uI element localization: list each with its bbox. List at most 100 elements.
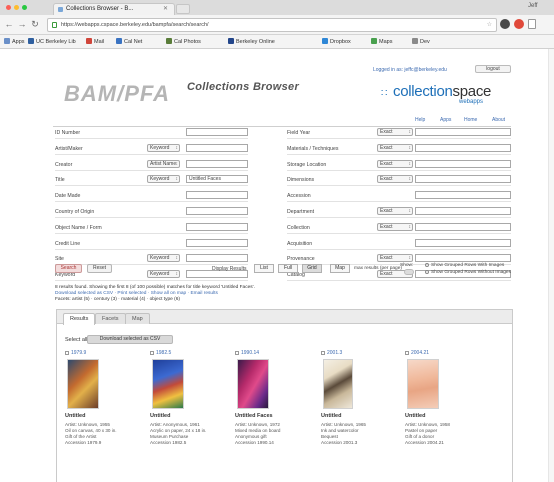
card-title[interactable]: Untitled [65, 413, 85, 419]
field-input[interactable] [415, 254, 511, 263]
bookmark-item[interactable]: UC Berkeley Lib [28, 38, 76, 45]
profile-badge[interactable]: Jeff [528, 3, 538, 9]
download-selected-button[interactable]: Download selected as CSV [87, 335, 173, 344]
bookmark-item[interactable]: Cal Photos [166, 38, 201, 45]
field-operator-select[interactable]: Keyword [147, 175, 180, 184]
forward-arrow-icon[interactable]: → [17, 19, 27, 29]
field-operator-select[interactable]: Keyword [147, 143, 180, 152]
menu-icon[interactable] [528, 19, 536, 29]
result-card[interactable]: 2001.3 Untitled Artist: Unknown, 1965 Ink a… [321, 350, 403, 470]
minimize-window-icon[interactable] [14, 5, 19, 10]
search-button[interactable]: Search [55, 264, 82, 273]
result-card[interactable]: 1990.14 Untitled Faces Artist: Unknown, 19… [235, 350, 317, 470]
bampfa-logo[interactable]: BAM/PFA [64, 81, 170, 107]
field-operator-select[interactable]: Exact [377, 175, 413, 184]
tab-results[interactable]: Results [63, 313, 96, 325]
url-text[interactable]: https://webapps.cspace.berkeley.edu/bamp… [61, 22, 209, 28]
tab-facets[interactable]: Facets [95, 313, 126, 324]
field-input[interactable] [186, 159, 248, 168]
field-operator-select[interactable]: Exact [377, 207, 413, 215]
card-id-link[interactable]: 2001.3 [327, 350, 342, 356]
new-tab-button[interactable] [176, 4, 190, 14]
browser-tab[interactable]: Collections Browser - B... ✕ [53, 3, 175, 15]
card-checkbox[interactable]: 1982.5 [150, 350, 171, 356]
bookmark-item[interactable]: Dropbox [322, 38, 351, 45]
card-checkbox[interactable]: 2001.3 [321, 350, 342, 356]
tab-map[interactable]: Map [125, 313, 150, 324]
card-checkbox[interactable]: 1979.9 [65, 350, 86, 356]
nav-link-home[interactable]: Home [464, 117, 477, 123]
field-input[interactable] [415, 159, 511, 168]
reload-icon[interactable]: ↻ [30, 19, 40, 29]
nav-link-help[interactable]: Help [415, 117, 425, 123]
field-input[interactable] [415, 191, 511, 200]
radio-with-images[interactable]: Show Grouped Rows With Images [425, 263, 504, 268]
card-id-link[interactable]: 1990.14 [241, 350, 259, 356]
nav-link-about[interactable]: About [492, 117, 505, 123]
toggle-switch[interactable] [404, 269, 414, 275]
artwork-thumbnail[interactable] [152, 359, 184, 409]
card-checkbox[interactable]: 2004.21 [405, 350, 429, 356]
radio-without-images[interactable]: Show Grouped Rows Without Images [425, 270, 511, 275]
field-input[interactable] [186, 238, 248, 247]
bookmark-item[interactable]: Dev [412, 38, 430, 45]
field-input[interactable] [186, 207, 248, 215]
address-bar[interactable]: https://webapps.cspace.berkeley.edu/bamp… [47, 18, 497, 32]
back-arrow-icon[interactable]: ← [4, 19, 14, 29]
card-id-link[interactable]: 1982.5 [156, 350, 171, 356]
card-id-link[interactable]: 2004.21 [411, 350, 429, 356]
extension-icon[interactable] [500, 19, 510, 29]
result-card[interactable]: 1982.5 Untitled Artist: Anonymous, 1961 Acr… [150, 350, 232, 470]
close-tab-icon[interactable]: ✕ [163, 5, 168, 12]
zoom-window-icon[interactable] [22, 5, 27, 10]
card-title[interactable]: Untitled Faces [235, 413, 273, 419]
segment-list[interactable]: List [254, 264, 274, 273]
artwork-thumbnail[interactable] [323, 359, 353, 409]
nav-link-apps[interactable]: Apps [440, 117, 451, 123]
field-input[interactable] [415, 207, 511, 215]
field-input[interactable] [186, 128, 248, 136]
card-title[interactable]: Untitled [150, 413, 170, 419]
artwork-thumbnail[interactable] [67, 359, 99, 409]
field-operator-select[interactable]: Keyword [147, 270, 180, 279]
close-window-icon[interactable] [6, 5, 11, 10]
field-input[interactable] [415, 128, 511, 136]
field-input[interactable] [186, 222, 248, 231]
field-operator-select[interactable]: Exact [377, 128, 413, 136]
result-actions-links[interactable]: Download selected as CSV · Print selecte… [55, 291, 218, 296]
bookmark-item[interactable]: Maps [371, 38, 392, 45]
bookmark-item[interactable]: Cal Net [116, 38, 142, 45]
reset-button[interactable]: Reset [87, 264, 112, 273]
field-operator-select[interactable]: Exact [377, 222, 413, 231]
field-operator-select[interactable]: Exact [377, 159, 413, 168]
segment-grid[interactable]: Grid [302, 264, 322, 273]
field-input[interactable] [186, 254, 248, 263]
artwork-thumbnail[interactable] [237, 359, 269, 409]
field-operator-select[interactable]: Exact [377, 254, 413, 263]
bookmark-item[interactable]: Berkeley Online [228, 38, 275, 45]
logout-button[interactable]: logout [475, 65, 511, 73]
field-input[interactable] [415, 143, 511, 152]
card-title[interactable]: Untitled [321, 413, 341, 419]
artwork-thumbnail[interactable] [407, 359, 439, 409]
bookmark-item[interactable]: Apps [4, 38, 25, 45]
segment-full[interactable]: Full [278, 264, 298, 273]
result-card[interactable]: 1979.9 Untitled Artist: Unknown, 1955 Oil o… [65, 350, 147, 470]
card-id-link[interactable]: 1979.9 [71, 350, 86, 356]
field-operator-select[interactable]: Exact [377, 143, 413, 152]
field-operator-select[interactable]: Artist Name [147, 159, 180, 168]
field-input[interactable] [415, 175, 511, 184]
field-input[interactable]: Untitled Faces [186, 175, 248, 184]
field-operator-select[interactable]: Keyword [147, 254, 180, 263]
bookmark-star-icon[interactable]: ☆ [487, 21, 492, 28]
field-input[interactable] [415, 222, 511, 231]
page-scrollbar[interactable] [548, 49, 554, 482]
field-input[interactable] [186, 191, 248, 200]
result-card[interactable]: 2004.21 Untitled Artist: Unknown, 1958 Past… [405, 350, 487, 470]
field-input[interactable] [186, 143, 248, 152]
login-status-link[interactable]: Logged in as: jeffc@berkeley.edu [373, 67, 447, 73]
extension-icon[interactable] [514, 19, 524, 29]
card-title[interactable]: Untitled [405, 413, 425, 419]
field-input[interactable] [415, 238, 511, 247]
segment-map[interactable]: Map [330, 264, 350, 273]
